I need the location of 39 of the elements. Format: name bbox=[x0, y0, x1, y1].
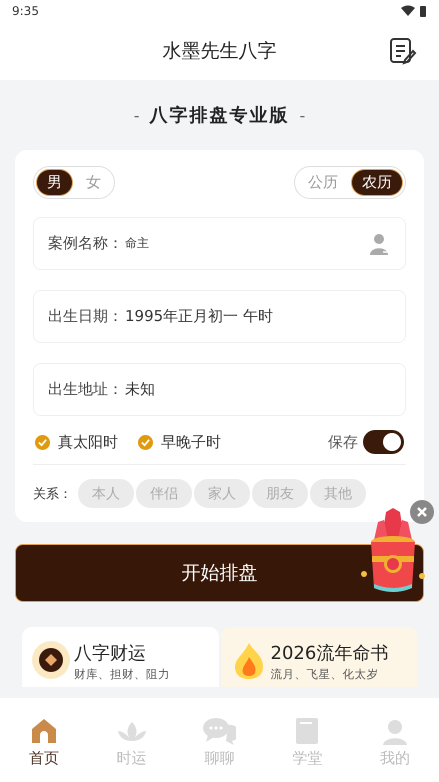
field-value: 1995年正月初一 午时 bbox=[125, 307, 274, 326]
coin-icon bbox=[32, 641, 70, 679]
card-title: 八字财运 bbox=[74, 642, 147, 665]
app-title: 水墨先生八字 bbox=[162, 39, 276, 64]
save-label: 保存 bbox=[328, 432, 358, 452]
book-icon bbox=[295, 717, 320, 745]
feature-card[interactable]: 八字财运 财库、担财、阻力 bbox=[22, 627, 218, 687]
status-time: 9:35 bbox=[12, 4, 39, 18]
gender-option[interactable]: 男 bbox=[37, 170, 72, 195]
chat-icon bbox=[202, 717, 236, 745]
home-icon bbox=[30, 717, 58, 745]
input-field[interactable]: 出生地址：未知 bbox=[33, 363, 406, 416]
dash: - bbox=[134, 106, 140, 124]
card-subtitle: 流月、飞星、化太岁 bbox=[270, 667, 380, 682]
nav-tab[interactable]: 首页 bbox=[0, 706, 88, 768]
card-subtitle: 财库、担财、阻力 bbox=[74, 667, 170, 682]
save-switch[interactable] bbox=[363, 430, 404, 454]
close-button[interactable] bbox=[410, 500, 434, 524]
input-field[interactable]: 出生日期：1995年正月初一 午时 bbox=[33, 290, 406, 343]
input-field[interactable]: 案例名称：命主 bbox=[33, 217, 406, 270]
feature-card[interactable]: 2026流年命书 流月、飞星、化太岁 bbox=[220, 627, 417, 687]
user-switch-icon[interactable] bbox=[369, 232, 391, 254]
wifi-battery-icon bbox=[401, 5, 427, 17]
close-icon bbox=[416, 506, 428, 518]
field-label: 出生日期： bbox=[48, 307, 123, 326]
field-label: 出生地址： bbox=[48, 380, 123, 399]
start-button[interactable]: 开始排盘 bbox=[15, 544, 424, 602]
field-value: 命主 bbox=[125, 235, 150, 252]
banner-title: 八字排盘专业版 bbox=[150, 104, 290, 127]
option-checkbox[interactable]: 早晚子时 bbox=[138, 432, 221, 452]
relation-label: 关系： bbox=[33, 486, 72, 502]
option-checkbox[interactable]: 真太阳时 bbox=[35, 432, 118, 452]
dash: - bbox=[300, 106, 306, 124]
card-title: 2026流年命书 bbox=[270, 642, 388, 665]
user-icon bbox=[382, 719, 408, 745]
field-label: 案例名称： bbox=[48, 234, 123, 253]
edit-notes-button[interactable] bbox=[389, 37, 417, 65]
calendar-option[interactable]: 农历 bbox=[352, 170, 402, 195]
field-value: 未知 bbox=[125, 380, 156, 399]
